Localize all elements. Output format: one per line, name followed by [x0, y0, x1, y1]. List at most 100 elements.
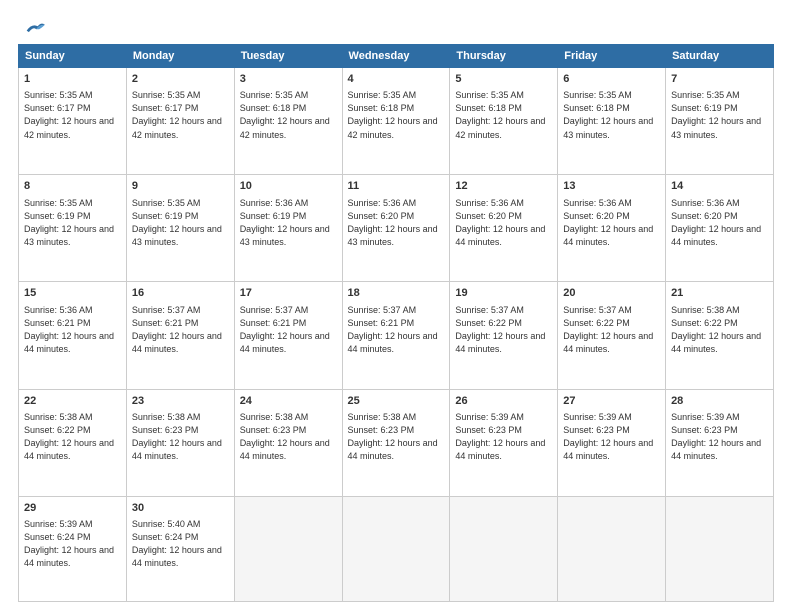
day-number: 1 — [24, 72, 121, 87]
table-cell: 6 Sunrise: 5:35 AM Sunset: 6:18 PM Dayli… — [558, 68, 666, 175]
day-info: Sunrise: 5:36 AM Sunset: 6:20 PM Dayligh… — [348, 197, 445, 249]
table-cell — [234, 496, 342, 601]
day-number: 2 — [132, 72, 229, 87]
table-cell: 7 Sunrise: 5:35 AM Sunset: 6:19 PM Dayli… — [666, 68, 774, 175]
day-info: Sunrise: 5:35 AM Sunset: 6:18 PM Dayligh… — [563, 89, 660, 141]
day-info: Sunrise: 5:37 AM Sunset: 6:21 PM Dayligh… — [132, 304, 229, 356]
table-cell: 14 Sunrise: 5:36 AM Sunset: 6:20 PM Dayl… — [666, 175, 774, 282]
table-cell: 1 Sunrise: 5:35 AM Sunset: 6:17 PM Dayli… — [19, 68, 127, 175]
day-number: 3 — [240, 72, 337, 87]
day-number: 23 — [132, 394, 229, 409]
day-info: Sunrise: 5:35 AM Sunset: 6:17 PM Dayligh… — [24, 89, 121, 141]
day-number: 28 — [671, 394, 768, 409]
col-thursday: Thursday — [450, 45, 558, 68]
table-cell: 9 Sunrise: 5:35 AM Sunset: 6:19 PM Dayli… — [126, 175, 234, 282]
day-number: 13 — [563, 179, 660, 194]
table-cell: 30 Sunrise: 5:40 AM Sunset: 6:24 PM Dayl… — [126, 496, 234, 601]
table-cell: 5 Sunrise: 5:35 AM Sunset: 6:18 PM Dayli… — [450, 68, 558, 175]
page: Sunday Monday Tuesday Wednesday Thursday… — [0, 0, 792, 612]
table-cell: 11 Sunrise: 5:36 AM Sunset: 6:20 PM Dayl… — [342, 175, 450, 282]
day-info: Sunrise: 5:35 AM Sunset: 6:19 PM Dayligh… — [24, 197, 121, 249]
day-info: Sunrise: 5:35 AM Sunset: 6:19 PM Dayligh… — [671, 89, 768, 141]
week-row-2: 8 Sunrise: 5:35 AM Sunset: 6:19 PM Dayli… — [19, 175, 774, 282]
week-row-5: 29 Sunrise: 5:39 AM Sunset: 6:24 PM Dayl… — [19, 496, 774, 601]
day-info: Sunrise: 5:36 AM Sunset: 6:21 PM Dayligh… — [24, 304, 121, 356]
day-number: 6 — [563, 72, 660, 87]
logo-bird-icon — [23, 18, 45, 36]
day-info: Sunrise: 5:36 AM Sunset: 6:20 PM Dayligh… — [563, 197, 660, 249]
day-info: Sunrise: 5:36 AM Sunset: 6:20 PM Dayligh… — [455, 197, 552, 249]
table-cell: 18 Sunrise: 5:37 AM Sunset: 6:21 PM Dayl… — [342, 282, 450, 389]
day-info: Sunrise: 5:35 AM Sunset: 6:19 PM Dayligh… — [132, 197, 229, 249]
day-number: 18 — [348, 286, 445, 301]
day-number: 15 — [24, 286, 121, 301]
day-number: 12 — [455, 179, 552, 194]
day-info: Sunrise: 5:37 AM Sunset: 6:21 PM Dayligh… — [240, 304, 337, 356]
table-cell: 19 Sunrise: 5:37 AM Sunset: 6:22 PM Dayl… — [450, 282, 558, 389]
day-info: Sunrise: 5:38 AM Sunset: 6:22 PM Dayligh… — [24, 411, 121, 463]
day-info: Sunrise: 5:38 AM Sunset: 6:23 PM Dayligh… — [240, 411, 337, 463]
day-number: 25 — [348, 394, 445, 409]
day-number: 29 — [24, 501, 121, 516]
day-info: Sunrise: 5:35 AM Sunset: 6:18 PM Dayligh… — [455, 89, 552, 141]
table-cell: 12 Sunrise: 5:36 AM Sunset: 6:20 PM Dayl… — [450, 175, 558, 282]
day-number: 10 — [240, 179, 337, 194]
day-info: Sunrise: 5:39 AM Sunset: 6:24 PM Dayligh… — [24, 518, 121, 570]
day-info: Sunrise: 5:35 AM Sunset: 6:18 PM Dayligh… — [240, 89, 337, 141]
day-number: 4 — [348, 72, 445, 87]
day-number: 27 — [563, 394, 660, 409]
table-cell — [558, 496, 666, 601]
day-number: 20 — [563, 286, 660, 301]
week-row-4: 22 Sunrise: 5:38 AM Sunset: 6:22 PM Dayl… — [19, 389, 774, 496]
calendar-table: Sunday Monday Tuesday Wednesday Thursday… — [18, 44, 774, 602]
table-cell: 29 Sunrise: 5:39 AM Sunset: 6:24 PM Dayl… — [19, 496, 127, 601]
day-info: Sunrise: 5:39 AM Sunset: 6:23 PM Dayligh… — [455, 411, 552, 463]
day-info: Sunrise: 5:38 AM Sunset: 6:23 PM Dayligh… — [348, 411, 445, 463]
day-info: Sunrise: 5:35 AM Sunset: 6:18 PM Dayligh… — [348, 89, 445, 141]
day-info: Sunrise: 5:37 AM Sunset: 6:22 PM Dayligh… — [455, 304, 552, 356]
table-cell: 22 Sunrise: 5:38 AM Sunset: 6:22 PM Dayl… — [19, 389, 127, 496]
day-info: Sunrise: 5:39 AM Sunset: 6:23 PM Dayligh… — [563, 411, 660, 463]
day-info: Sunrise: 5:38 AM Sunset: 6:23 PM Dayligh… — [132, 411, 229, 463]
day-number: 7 — [671, 72, 768, 87]
header — [18, 18, 774, 36]
day-number: 17 — [240, 286, 337, 301]
day-info: Sunrise: 5:38 AM Sunset: 6:22 PM Dayligh… — [671, 304, 768, 356]
day-number: 11 — [348, 179, 445, 194]
table-cell: 21 Sunrise: 5:38 AM Sunset: 6:22 PM Dayl… — [666, 282, 774, 389]
day-number: 8 — [24, 179, 121, 194]
col-sunday: Sunday — [19, 45, 127, 68]
week-row-3: 15 Sunrise: 5:36 AM Sunset: 6:21 PM Dayl… — [19, 282, 774, 389]
calendar-header-row: Sunday Monday Tuesday Wednesday Thursday… — [19, 45, 774, 68]
day-info: Sunrise: 5:36 AM Sunset: 6:20 PM Dayligh… — [671, 197, 768, 249]
table-cell: 10 Sunrise: 5:36 AM Sunset: 6:19 PM Dayl… — [234, 175, 342, 282]
col-friday: Friday — [558, 45, 666, 68]
day-number: 24 — [240, 394, 337, 409]
table-cell: 25 Sunrise: 5:38 AM Sunset: 6:23 PM Dayl… — [342, 389, 450, 496]
day-number: 21 — [671, 286, 768, 301]
table-cell: 8 Sunrise: 5:35 AM Sunset: 6:19 PM Dayli… — [19, 175, 127, 282]
day-number: 19 — [455, 286, 552, 301]
day-number: 22 — [24, 394, 121, 409]
day-number: 5 — [455, 72, 552, 87]
day-info: Sunrise: 5:39 AM Sunset: 6:23 PM Dayligh… — [671, 411, 768, 463]
table-cell: 13 Sunrise: 5:36 AM Sunset: 6:20 PM Dayl… — [558, 175, 666, 282]
table-cell: 26 Sunrise: 5:39 AM Sunset: 6:23 PM Dayl… — [450, 389, 558, 496]
table-cell: 2 Sunrise: 5:35 AM Sunset: 6:17 PM Dayli… — [126, 68, 234, 175]
table-cell: 16 Sunrise: 5:37 AM Sunset: 6:21 PM Dayl… — [126, 282, 234, 389]
table-cell: 28 Sunrise: 5:39 AM Sunset: 6:23 PM Dayl… — [666, 389, 774, 496]
col-monday: Monday — [126, 45, 234, 68]
table-cell — [342, 496, 450, 601]
table-cell: 24 Sunrise: 5:38 AM Sunset: 6:23 PM Dayl… — [234, 389, 342, 496]
table-cell: 23 Sunrise: 5:38 AM Sunset: 6:23 PM Dayl… — [126, 389, 234, 496]
week-row-1: 1 Sunrise: 5:35 AM Sunset: 6:17 PM Dayli… — [19, 68, 774, 175]
day-number: 9 — [132, 179, 229, 194]
day-info: Sunrise: 5:36 AM Sunset: 6:19 PM Dayligh… — [240, 197, 337, 249]
day-number: 26 — [455, 394, 552, 409]
col-tuesday: Tuesday — [234, 45, 342, 68]
col-saturday: Saturday — [666, 45, 774, 68]
table-cell — [450, 496, 558, 601]
table-cell: 20 Sunrise: 5:37 AM Sunset: 6:22 PM Dayl… — [558, 282, 666, 389]
day-number: 16 — [132, 286, 229, 301]
table-cell: 15 Sunrise: 5:36 AM Sunset: 6:21 PM Dayl… — [19, 282, 127, 389]
